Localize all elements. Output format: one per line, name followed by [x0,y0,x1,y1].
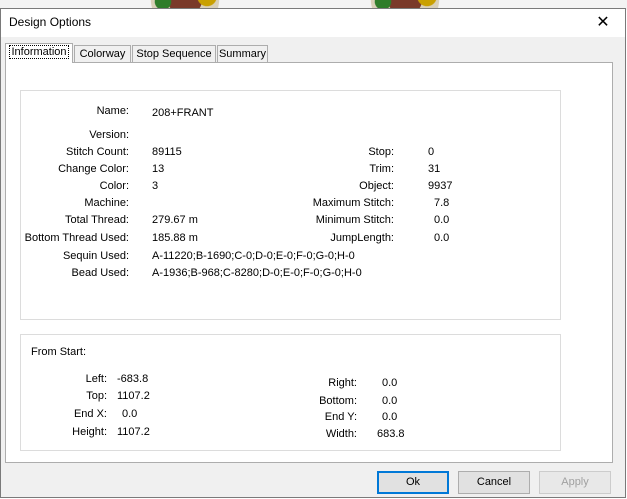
width-label: Width: [325,428,357,440]
object-label: Object: [359,180,394,192]
top-value: 1107.2 [117,390,150,402]
bottom-label: Bottom: [319,395,357,407]
from-start-heading: From Start: [31,346,87,358]
tab-colorway[interactable]: Colorway [74,45,131,62]
bottom-thread-value: 185.88 m [152,232,198,244]
object-value: 9937 [428,180,453,192]
jump-length-value: 0.0 [434,232,450,244]
cancel-button[interactable]: Cancel [458,471,530,494]
end-y-value: 0.0 [382,411,398,423]
tab-stop-sequence[interactable]: Stop Sequence [132,45,216,62]
bottom-value: 0.0 [382,395,398,407]
left-label: Left: [85,373,107,385]
version-label: Version: [89,129,129,141]
right-value: 0.0 [382,377,398,389]
stop-value: 0 [428,146,435,158]
maximum-stitch-value: 7.8 [434,197,450,209]
tab-information[interactable]: Information [5,43,73,63]
ok-button[interactable]: Ok [377,471,449,494]
close-icon: ✕ [596,14,610,31]
minimum-stitch-value: 0.0 [434,214,450,226]
machine-label: Machine: [84,197,129,209]
end-x-value: 0.0 [122,408,138,420]
stitch-count-label: Stitch Count: [66,146,129,158]
name-value: 208+FRANT [152,107,214,119]
change-color-value: 13 [152,163,165,175]
tab-summary[interactable]: Summary [217,45,268,62]
right-label: Right: [328,377,357,389]
bottom-thread-label: Bottom Thread Used: [24,232,129,244]
top-label: Top: [86,390,107,402]
end-x-label: End X: [73,408,107,420]
design-options-dialog: Design Options ✕ Information Colorway St… [0,8,626,498]
color-value: 3 [152,180,159,192]
stitch-count-value: 89115 [152,146,182,158]
name-label: Name: [96,105,129,117]
window-title: Design Options [9,15,92,29]
end-y-label: End Y: [324,411,357,423]
close-button[interactable]: ✕ [581,9,625,37]
width-value: 683.8 [377,428,405,440]
left-value: -683.8 [117,373,149,385]
trim-label: Trim: [369,163,394,175]
information-panel: Name: 208+FRANT Version: Stitch Count: 8… [5,62,613,463]
change-color-label: Change Color: [58,163,129,175]
total-thread-label: Total Thread: [64,214,129,226]
from-start-group: From Start: Left: -683.8 Top: 1107.2 End… [20,334,561,451]
jump-length-label: JumpLength: [330,232,394,244]
color-label: Color: [99,180,129,192]
sequin-used-label: Sequin Used: [62,250,129,262]
total-thread-value: 279.67 m [152,214,198,226]
bead-used-value: A-1936;B-968;C-8280;D-0;E-0;F-0;G-0;H-0 [152,267,362,279]
info-group: Name: 208+FRANT Version: Stitch Count: 8… [20,90,561,320]
trim-value: 31 [428,163,441,175]
sequin-used-value: A-11220;B-1690;C-0;D-0;E-0;F-0;G-0;H-0 [152,250,355,262]
stop-label: Stop: [368,146,394,158]
height-value: 1107.2 [117,426,150,438]
apply-button[interactable]: Apply [539,471,611,494]
title-bar: Design Options ✕ [1,9,625,37]
maximum-stitch-label: Maximum Stitch: [312,197,394,209]
bead-used-label: Bead Used: [71,267,129,279]
height-label: Height: [72,426,107,438]
minimum-stitch-label: Minimum Stitch: [315,214,394,226]
